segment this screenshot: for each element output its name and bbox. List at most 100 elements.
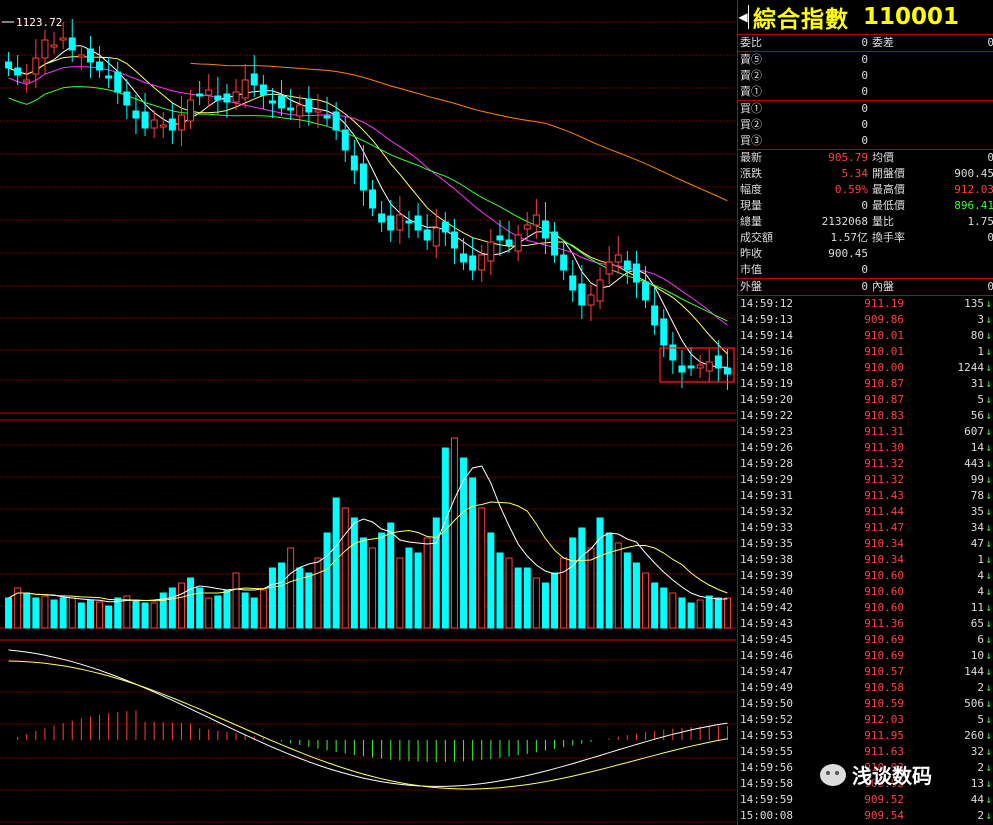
volume-bar: [705, 595, 713, 629]
volume-bar: [105, 605, 113, 629]
volume-bar: [405, 547, 413, 629]
quote-row: 幅度 0.59% 最高價 912.03: [738, 182, 993, 198]
candlesticks: [5, 19, 731, 390]
candle-body: [632, 263, 640, 283]
volume-bar: [268, 567, 276, 629]
tick-row: 14:59:46 910.69 10 ↓: [738, 648, 993, 664]
candle-body: [705, 361, 713, 372]
volume-bar: [660, 587, 668, 629]
volume-bar: [523, 567, 531, 629]
tick-volume: 5: [977, 713, 984, 726]
candle-body: [441, 221, 449, 233]
macd-indicator: [8, 649, 728, 790]
tick-price: 909.86: [864, 313, 904, 326]
tick-volume: 2: [977, 681, 984, 694]
volume-bar: [541, 582, 549, 629]
tick-direction-icon: ↓: [985, 745, 992, 758]
volume-bar: [723, 597, 731, 629]
tick-time: 14:59:12: [740, 297, 793, 310]
tick-price: 910.87: [864, 377, 904, 390]
candle-body: [114, 71, 122, 93]
candle-body: [514, 234, 522, 252]
volume-bar: [450, 437, 458, 629]
watermark-text: 浅谈数码: [852, 764, 932, 788]
volume-bar: [96, 601, 104, 629]
volume-bar: [578, 527, 586, 629]
volume-bar: [569, 537, 577, 629]
collapse-arrow-icon[interactable]: ◀: [738, 5, 749, 29]
tick-price: 910.00: [864, 361, 904, 374]
tick-direction-icon: ↓: [985, 713, 992, 726]
row-value-2: 1.75: [967, 215, 993, 228]
tick-volume: 1: [977, 345, 984, 358]
candle-body: [177, 114, 185, 131]
candle-body: [387, 215, 395, 231]
tick-time: 14:59:22: [740, 409, 793, 422]
candle-body: [287, 107, 295, 111]
row-label: 買②: [740, 118, 762, 131]
kline-chart[interactable]: 1123.72: [0, 0, 736, 825]
candle-body: [214, 95, 222, 101]
tick-row: 14:59:40 910.60 4 ↓: [738, 584, 993, 600]
candle-body: [596, 279, 604, 302]
row-value: 0: [861, 118, 868, 131]
volume-bar: [532, 577, 540, 629]
row-value: 900.45: [828, 247, 868, 260]
tick-time: 14:59:19: [740, 377, 793, 390]
row-value: 0: [861, 263, 868, 276]
volume-bar: [168, 587, 176, 629]
tick-volume: 5: [977, 393, 984, 406]
tick-row: 14:59:52 912.03 5 ↓: [738, 712, 993, 728]
row-label-2: 均價: [872, 151, 894, 164]
row-label: 總量: [740, 215, 762, 228]
tick-time: 15:00:08: [740, 809, 793, 822]
candle-body: [314, 109, 322, 113]
order-ratio-label: 委比: [740, 36, 762, 49]
row-label: 賣②: [740, 69, 762, 82]
candle-body: [296, 104, 304, 117]
quote-row: 現量 0 最低價 896.41: [738, 198, 993, 214]
tick-price: 911.32: [864, 473, 904, 486]
tick-list[interactable]: 14:59:12 911.19 135 ↓ 14:59:13 909.86 3 ↓ 14:59:…: [738, 296, 993, 824]
volume-bar: [396, 557, 404, 629]
row-label-2: [872, 246, 930, 262]
volume-bar: [50, 599, 58, 629]
candle-body: [369, 189, 377, 209]
tick-time: 14:59:59: [740, 793, 793, 806]
tick-volume: 4: [977, 585, 984, 598]
candle-body: [241, 79, 249, 99]
quote-row: 賣① 0: [738, 84, 993, 100]
candle-body: [359, 163, 367, 191]
tick-row: 14:59:35 910.34 47 ↓: [738, 536, 993, 552]
order-ratio-section: 委比 0 委差 0: [738, 35, 993, 52]
tick-time: 14:59:45: [740, 633, 793, 646]
tick-time: 14:59:35: [740, 537, 793, 550]
chart-gridlines: [0, 21, 736, 823]
tick-direction-icon: ↓: [985, 313, 992, 326]
tick-volume: 10: [970, 649, 984, 662]
candle-body: [414, 215, 422, 231]
quote-row: 漲跌 5.34 開盤價 900.45: [738, 166, 993, 182]
candle-body: [68, 37, 76, 51]
tick-price: 911.19: [864, 297, 904, 310]
candle-body: [32, 57, 40, 75]
tick-price: 910.01: [864, 345, 904, 358]
candle-body: [341, 129, 349, 151]
tick-volume: 4: [977, 569, 984, 582]
volume-bar: [369, 547, 377, 629]
volume-bar: [232, 572, 240, 629]
volume-bar: [86, 599, 94, 629]
row-label-2: 換手率: [872, 231, 905, 244]
tick-volume: 506: [964, 697, 984, 710]
tick-volume: 99: [970, 473, 984, 486]
volume-bar: [560, 557, 568, 629]
volume-bar: [323, 532, 331, 629]
candle-body: [378, 213, 386, 223]
quote-row: 市值 0: [738, 262, 993, 278]
volume-bar: [341, 507, 349, 629]
ma10-line: [8, 56, 728, 355]
candle-body: [350, 155, 358, 171]
tick-price: 911.31: [864, 425, 904, 438]
volume-bar: [632, 562, 640, 629]
candle-body: [396, 214, 404, 231]
